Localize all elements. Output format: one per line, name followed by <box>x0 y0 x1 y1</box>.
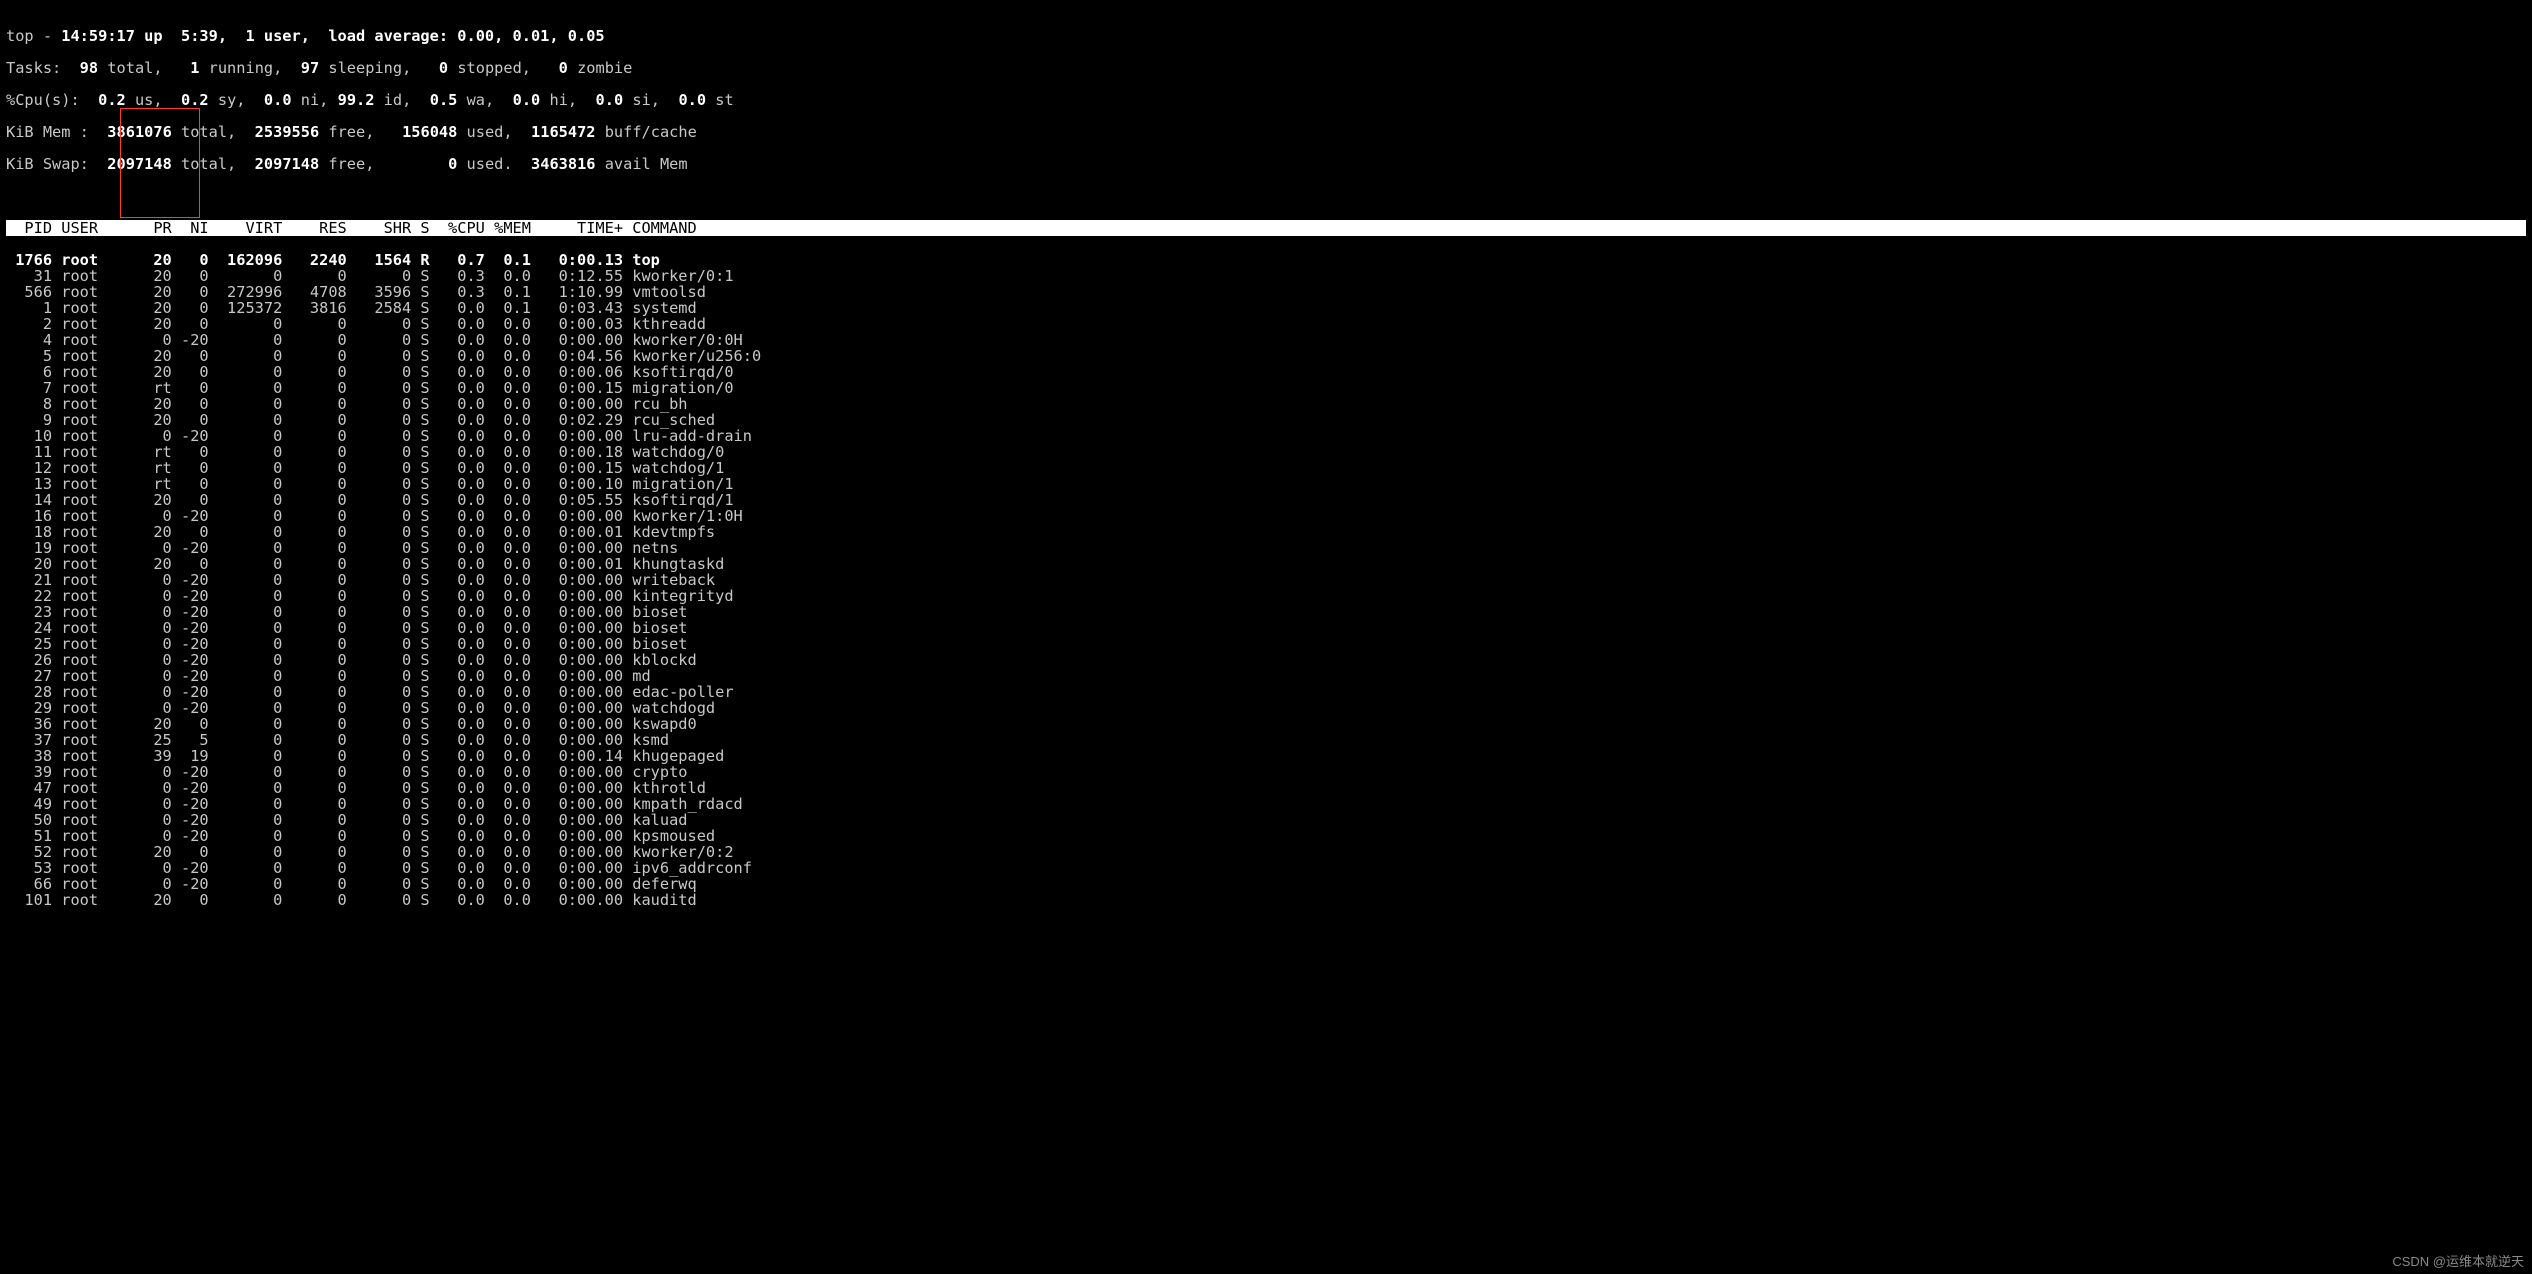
blank-line <box>6 188 2526 204</box>
process-row: 8 root 20 0 0 0 0 S 0.0 0.0 0:00.00 rcu_… <box>6 396 2526 412</box>
process-row: 53 root 0 -20 0 0 0 S 0.0 0.0 0:00.00 ip… <box>6 860 2526 876</box>
process-row: 47 root 0 -20 0 0 0 S 0.0 0.0 0:00.00 kt… <box>6 780 2526 796</box>
process-row: 2 root 20 0 0 0 0 S 0.0 0.0 0:00.03 kthr… <box>6 316 2526 332</box>
process-row: 49 root 0 -20 0 0 0 S 0.0 0.0 0:00.00 km… <box>6 796 2526 812</box>
summary-line-uptime: top - 14:59:17 up 5:39, 1 user, load ave… <box>6 28 2526 44</box>
process-row: 50 root 0 -20 0 0 0 S 0.0 0.0 0:00.00 ka… <box>6 812 2526 828</box>
process-row: 1 root 20 0 125372 3816 2584 S 0.0 0.1 0… <box>6 300 2526 316</box>
process-row: 66 root 0 -20 0 0 0 S 0.0 0.0 0:00.00 de… <box>6 876 2526 892</box>
process-row: 6 root 20 0 0 0 0 S 0.0 0.0 0:00.06 ksof… <box>6 364 2526 380</box>
process-row: 9 root 20 0 0 0 0 S 0.0 0.0 0:02.29 rcu_… <box>6 412 2526 428</box>
column-header: PID USER PR NI VIRT RES SHR S %CPU %MEM … <box>6 220 2526 236</box>
process-row: 31 root 20 0 0 0 0 S 0.3 0.0 0:12.55 kwo… <box>6 268 2526 284</box>
process-row: 28 root 0 -20 0 0 0 S 0.0 0.0 0:00.00 ed… <box>6 684 2526 700</box>
process-row: 13 root rt 0 0 0 0 S 0.0 0.0 0:00.10 mig… <box>6 476 2526 492</box>
process-row: 566 root 20 0 272996 4708 3596 S 0.3 0.1… <box>6 284 2526 300</box>
process-row: 23 root 0 -20 0 0 0 S 0.0 0.0 0:00.00 bi… <box>6 604 2526 620</box>
process-row: 21 root 0 -20 0 0 0 S 0.0 0.0 0:00.00 wr… <box>6 572 2526 588</box>
summary-line-tasks: Tasks: 98 total, 1 running, 97 sleeping,… <box>6 60 2526 76</box>
process-row: 12 root rt 0 0 0 0 S 0.0 0.0 0:00.15 wat… <box>6 460 2526 476</box>
process-row: 36 root 20 0 0 0 0 S 0.0 0.0 0:00.00 ksw… <box>6 716 2526 732</box>
summary-line-mem: KiB Mem : 3861076 total, 2539556 free, 1… <box>6 124 2526 140</box>
process-row: 1766 root 20 0 162096 2240 1564 R 0.7 0.… <box>6 252 2526 268</box>
process-row: 51 root 0 -20 0 0 0 S 0.0 0.0 0:00.00 kp… <box>6 828 2526 844</box>
process-list: 1766 root 20 0 162096 2240 1564 R 0.7 0.… <box>6 252 2526 908</box>
process-row: 52 root 20 0 0 0 0 S 0.0 0.0 0:00.00 kwo… <box>6 844 2526 860</box>
watermark: CSDN @运维本就逆天 <box>2392 1254 2524 1270</box>
process-row: 11 root rt 0 0 0 0 S 0.0 0.0 0:00.18 wat… <box>6 444 2526 460</box>
summary-line-swap: KiB Swap: 2097148 total, 2097148 free, 0… <box>6 156 2526 172</box>
process-row: 18 root 20 0 0 0 0 S 0.0 0.0 0:00.01 kde… <box>6 524 2526 540</box>
process-row: 37 root 25 5 0 0 0 S 0.0 0.0 0:00.00 ksm… <box>6 732 2526 748</box>
terminal[interactable]: top - 14:59:17 up 5:39, 1 user, load ave… <box>0 0 2532 1274</box>
process-row: 27 root 0 -20 0 0 0 S 0.0 0.0 0:00.00 md <box>6 668 2526 684</box>
process-row: 22 root 0 -20 0 0 0 S 0.0 0.0 0:00.00 ki… <box>6 588 2526 604</box>
process-row: 24 root 0 -20 0 0 0 S 0.0 0.0 0:00.00 bi… <box>6 620 2526 636</box>
process-row: 38 root 39 19 0 0 0 S 0.0 0.0 0:00.14 kh… <box>6 748 2526 764</box>
process-row: 7 root rt 0 0 0 0 S 0.0 0.0 0:00.15 migr… <box>6 380 2526 396</box>
process-row: 25 root 0 -20 0 0 0 S 0.0 0.0 0:00.00 bi… <box>6 636 2526 652</box>
process-row: 14 root 20 0 0 0 0 S 0.0 0.0 0:05.55 kso… <box>6 492 2526 508</box>
process-row: 101 root 20 0 0 0 0 S 0.0 0.0 0:00.00 ka… <box>6 892 2526 908</box>
process-row: 4 root 0 -20 0 0 0 S 0.0 0.0 0:00.00 kwo… <box>6 332 2526 348</box>
process-row: 5 root 20 0 0 0 0 S 0.0 0.0 0:04.56 kwor… <box>6 348 2526 364</box>
process-row: 39 root 0 -20 0 0 0 S 0.0 0.0 0:00.00 cr… <box>6 764 2526 780</box>
process-row: 10 root 0 -20 0 0 0 S 0.0 0.0 0:00.00 lr… <box>6 428 2526 444</box>
process-row: 26 root 0 -20 0 0 0 S 0.0 0.0 0:00.00 kb… <box>6 652 2526 668</box>
process-row: 19 root 0 -20 0 0 0 S 0.0 0.0 0:00.00 ne… <box>6 540 2526 556</box>
process-row: 29 root 0 -20 0 0 0 S 0.0 0.0 0:00.00 wa… <box>6 700 2526 716</box>
process-row: 20 root 20 0 0 0 0 S 0.0 0.0 0:00.01 khu… <box>6 556 2526 572</box>
summary-line-cpu: %Cpu(s): 0.2 us, 0.2 sy, 0.0 ni, 99.2 id… <box>6 92 2526 108</box>
process-row: 16 root 0 -20 0 0 0 S 0.0 0.0 0:00.00 kw… <box>6 508 2526 524</box>
